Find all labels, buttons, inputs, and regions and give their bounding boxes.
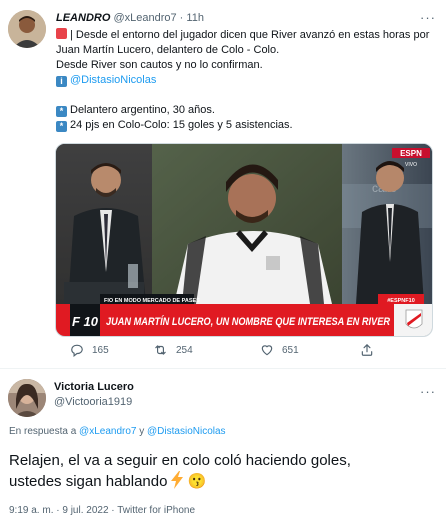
fact-text-1: Delantero argentino, 30 años. <box>70 104 215 116</box>
share-icon <box>361 344 373 356</box>
more-icon[interactable]: ··· <box>420 10 436 25</box>
tweet-mention-line: i @DistasioNicolas <box>56 73 442 88</box>
mention-link[interactable]: @DistasioNicolas <box>70 74 156 86</box>
retweet-button[interactable]: 254 <box>153 343 193 357</box>
tweet-fact-1: * Delantero argentino, 30 años. <box>56 103 442 118</box>
info-emoji-icon: i <box>56 76 67 87</box>
reply-tweet[interactable]: Victoria Lucero @Victooria1919 ··· En re… <box>0 370 446 529</box>
tweet-text-2: Juan Martín Lucero, delantero de Colo - … <box>56 44 280 56</box>
tweet-fact-2: * 24 pjs en Colo-Colo: 15 goles y 5 asist… <box>56 118 442 133</box>
tweet-text: Relajen, el va a seguir en colo coló hac… <box>9 450 439 492</box>
tweet-media-image[interactable]: calie ESPN VIVO FIO EN MODO MERCADO DE P… <box>55 143 433 337</box>
share-button[interactable] <box>360 343 374 357</box>
ticker-headline: JUAN MARTÍN LUCERO, UN NOMBRE QUE INTERE… <box>106 315 390 328</box>
author-name[interactable]: Victoria Lucero <box>54 381 134 393</box>
quoted-tweet[interactable]: LEANDRO @xLeandro7 · 11h ··· | Desde el … <box>0 0 446 369</box>
reply-prefix: En respuesta a <box>9 426 77 437</box>
retweet-icon <box>155 345 166 355</box>
reply-icon <box>71 344 83 357</box>
ticker-hashtag: #ESPNF10 <box>387 298 415 304</box>
f10-logo: F 10 <box>72 314 99 329</box>
avatar-victoria[interactable] <box>8 379 46 417</box>
ticker-top-text: FIO EN MODO MERCADO DE PASES <box>104 298 200 304</box>
tweet-time[interactable]: 11h <box>186 12 204 24</box>
reply-conjunction: y <box>139 426 145 437</box>
more-icon[interactable]: ··· <box>420 384 436 399</box>
tweet-text-line-1: Relajen, el va a seguir en colo coló hac… <box>9 452 351 469</box>
separator-dot: · <box>179 12 184 24</box>
reply-mention-1[interactable]: @xLeandro7 <box>79 426 136 437</box>
reply-mention-2[interactable]: @DistasioNicolas <box>147 426 226 437</box>
espn-logo: ESPN <box>400 149 422 158</box>
kiss-emoji-icon: 😗 <box>187 473 207 490</box>
tweet-text-line-2: ustedes sigan hablando <box>9 473 168 490</box>
author-name[interactable]: LEANDRO <box>56 12 110 24</box>
avatar-leandro[interactable] <box>8 10 46 48</box>
like-count: 651 <box>282 344 299 356</box>
vivo-tag: VIVO <box>405 162 417 168</box>
fact-text-2: 24 pjs en Colo-Colo: 15 goles y 5 asiste… <box>70 119 293 131</box>
retweet-count: 254 <box>176 344 193 356</box>
asterisk-emoji-icon: * <box>56 121 67 132</box>
tweet-text-1: | Desde el entorno del jugador dicen que… <box>70 29 430 41</box>
tweet-actions: 165 254 651 <box>56 343 386 359</box>
replying-to: En respuesta a @xLeandro7 y @DistasioNic… <box>9 426 226 437</box>
tweet-text-line-2-wrap: ustedes sigan hablando 😗 <box>9 471 439 492</box>
author-handle[interactable]: @xLeandro7 <box>113 12 176 24</box>
reply-count: 165 <box>92 344 109 356</box>
lightning-emoji-icon <box>171 471 184 489</box>
reply-button[interactable]: 165 <box>70 343 109 357</box>
tweet-text-3: Desde River son cautos y no lo confirman… <box>56 59 263 71</box>
tweet-line-1: | Desde el entorno del jugador dicen que… <box>56 28 442 43</box>
like-button[interactable]: 651 <box>260 343 299 357</box>
author-handle[interactable]: @Victooria1919 <box>54 396 132 408</box>
asterisk-emoji-icon: * <box>56 106 67 117</box>
tweet-timestamp[interactable]: 9:19 a. m. · 9 jul. 2022 · Twitter for i… <box>9 505 195 516</box>
like-icon <box>261 345 273 356</box>
tweet-body: | Desde el entorno del jugador dicen que… <box>56 28 442 133</box>
alarm-emoji-icon <box>56 28 67 39</box>
tweet-header: LEANDRO @xLeandro7 · 11h <box>56 12 204 24</box>
